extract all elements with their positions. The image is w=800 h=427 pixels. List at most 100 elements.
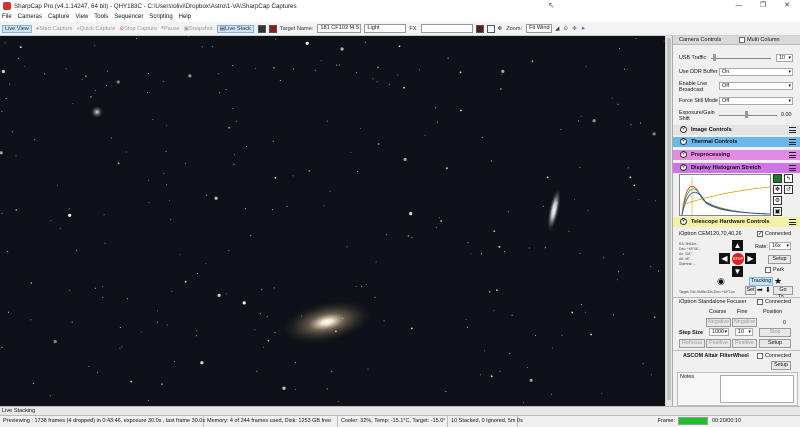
menu-icon[interactable] (789, 127, 796, 133)
star (581, 303, 582, 305)
move-icon[interactable]: ✥ (498, 26, 503, 32)
notes-textarea[interactable] (720, 375, 794, 403)
snapshot-button[interactable]: ▣ Snapshot (184, 26, 213, 32)
coarse-positive-button[interactable]: Positive (706, 339, 731, 348)
live-stack-button[interactable]: ▤ Live Stack (216, 24, 254, 33)
stop-button[interactable]: STOP (732, 253, 744, 265)
slew-west-button[interactable]: ◀ (719, 253, 730, 264)
focuser-setup-button[interactable]: Setup (759, 339, 791, 348)
auto-stretch-icon[interactable] (773, 174, 782, 183)
tracking-button[interactable]: Tracking (749, 277, 773, 286)
menu-file[interactable]: File (2, 14, 12, 20)
mount-connected-box[interactable] (757, 231, 763, 237)
menu-cameras[interactable]: Cameras (18, 14, 42, 20)
start-capture-button[interactable]: ● Start Capture (36, 26, 73, 32)
set-button[interactable]: Set (745, 286, 756, 295)
save-icon[interactable]: ▣ (773, 207, 782, 216)
color-swatch-1[interactable] (475, 24, 484, 33)
filterwheel-connected-checkbox[interactable]: Connected (757, 353, 791, 359)
menu-tools[interactable]: Tools (94, 14, 108, 20)
close-button[interactable]: ✕ (776, 0, 798, 12)
fine-positive-button[interactable]: Positive (732, 339, 757, 348)
live-view-button[interactable]: Live View (2, 24, 32, 33)
viewer-scrollbar[interactable] (665, 36, 672, 406)
menu-help[interactable]: Help (179, 14, 191, 20)
maximize-button[interactable]: ❐ (752, 0, 774, 12)
park-box[interactable] (765, 267, 771, 273)
star (445, 391, 447, 392)
color-swatch-2[interactable] (486, 24, 495, 33)
focuser-connected-box[interactable] (757, 299, 763, 305)
mount-setup-button[interactable]: Setup (768, 255, 791, 264)
reset-icon[interactable]: ↺ (784, 185, 793, 194)
coarse-step-input[interactable]: 1000 (709, 328, 729, 336)
star (528, 247, 530, 249)
arrow-icon[interactable]: ➤ (581, 26, 586, 32)
menu-icon[interactable] (789, 219, 796, 225)
slew-east-button[interactable]: ▶ (745, 253, 756, 264)
usb-traffic-value[interactable]: 10 (776, 54, 793, 62)
frame-type-select[interactable]: Light (364, 24, 407, 33)
menu-scripting[interactable]: Scripting (149, 14, 172, 20)
focuser-connected-checkbox[interactable]: Connected (757, 299, 791, 305)
image-controls-group[interactable]: ˅ Image Controls (673, 125, 800, 135)
usb-traffic-thumb[interactable] (713, 54, 716, 61)
menu-icon[interactable] (789, 152, 796, 158)
menu-icon[interactable] (789, 139, 796, 145)
slew-north-button[interactable]: ▲ (732, 240, 743, 251)
minimize-button[interactable]: — (728, 0, 750, 12)
dark-frame-swatch[interactable] (257, 24, 266, 33)
scrollbar-thumb[interactable] (667, 38, 671, 400)
histogram-display[interactable] (679, 174, 771, 216)
pause-button[interactable]: ⏸ Pause (161, 25, 180, 32)
exposure-gain-thumb[interactable] (745, 111, 748, 118)
menu-sequencer[interactable]: Sequencer (114, 14, 143, 20)
target-name-input[interactable]: 181 CF102 f4.5 (317, 24, 362, 33)
fine-step-input[interactable]: 10 (735, 328, 753, 336)
exposure-gain-slider[interactable] (719, 115, 777, 116)
filterwheel-setup-button[interactable]: Setup (771, 361, 791, 370)
crosshair-icon[interactable]: ✛ (572, 26, 577, 32)
refocus-button[interactable]: Refocus (679, 339, 705, 348)
focuser-stop-button[interactable]: Stop (759, 328, 791, 337)
star (577, 120, 579, 122)
fx-select[interactable] (420, 24, 473, 33)
telescope-controls-group[interactable]: ˅ Telescope Hardware Controls (673, 217, 800, 227)
arrow-right-icon[interactable]: ➡ (757, 286, 763, 294)
zoom-select[interactable]: Fit Wind (526, 24, 553, 33)
star (407, 235, 410, 237)
force-still-select[interactable]: Off (719, 97, 793, 105)
crosshair-target-icon[interactable]: ◉ (717, 276, 725, 287)
park-checkbox[interactable]: Park (765, 267, 784, 273)
image-viewer[interactable] (0, 36, 665, 406)
menu-icon[interactable] (789, 165, 796, 171)
mount-connected-checkbox[interactable]: Connected (757, 231, 791, 237)
preprocessing-group[interactable]: ˅ Preprocessing (673, 150, 800, 160)
live-stacking-tab[interactable]: Live Stacking (0, 406, 800, 415)
histogram-icon[interactable]: ◢ (555, 26, 559, 32)
red-swatch[interactable] (268, 24, 277, 33)
menu-capture[interactable]: Capture (48, 14, 69, 20)
goto-button[interactable]: Go To... (773, 286, 793, 300)
thermal-controls-group[interactable]: ˅ Thermal Controls (673, 137, 800, 147)
camera-controls-header[interactable]: Camera Controls Multi Column (673, 36, 800, 45)
usb-traffic-slider[interactable] (711, 58, 771, 59)
magnifier-icon[interactable]: ⊙ (563, 26, 568, 32)
filterwheel-connected-box[interactable] (757, 353, 763, 359)
ddr-buffer-select[interactable]: On (719, 68, 793, 76)
multi-column-checkbox[interactable]: Multi Column (739, 37, 780, 43)
live-broadcast-select[interactable]: Off (719, 82, 793, 90)
quick-capture-button[interactable]: » Quick Capture (77, 26, 116, 32)
move-arrows-icon[interactable]: ✥ (773, 185, 782, 194)
gear-icon[interactable]: ⚙ (773, 196, 782, 205)
arrow-down-icon[interactable]: ⬇ (765, 286, 771, 294)
menu-view[interactable]: View (75, 14, 88, 20)
rate-select[interactable]: 16x (769, 242, 791, 250)
histogram-stretch-group[interactable]: ˅ Display Histogram Stretch (673, 163, 800, 173)
multi-column-box[interactable] (739, 37, 745, 43)
slew-south-button[interactable]: ▼ (732, 266, 743, 277)
coarse-negative-button[interactable]: Negative (706, 318, 731, 327)
lightning-icon[interactable]: ϟ (784, 174, 793, 183)
stop-capture-button[interactable]: ⊘ Stop Capture (119, 26, 157, 32)
fine-negative-button[interactable]: Negative (732, 318, 757, 327)
